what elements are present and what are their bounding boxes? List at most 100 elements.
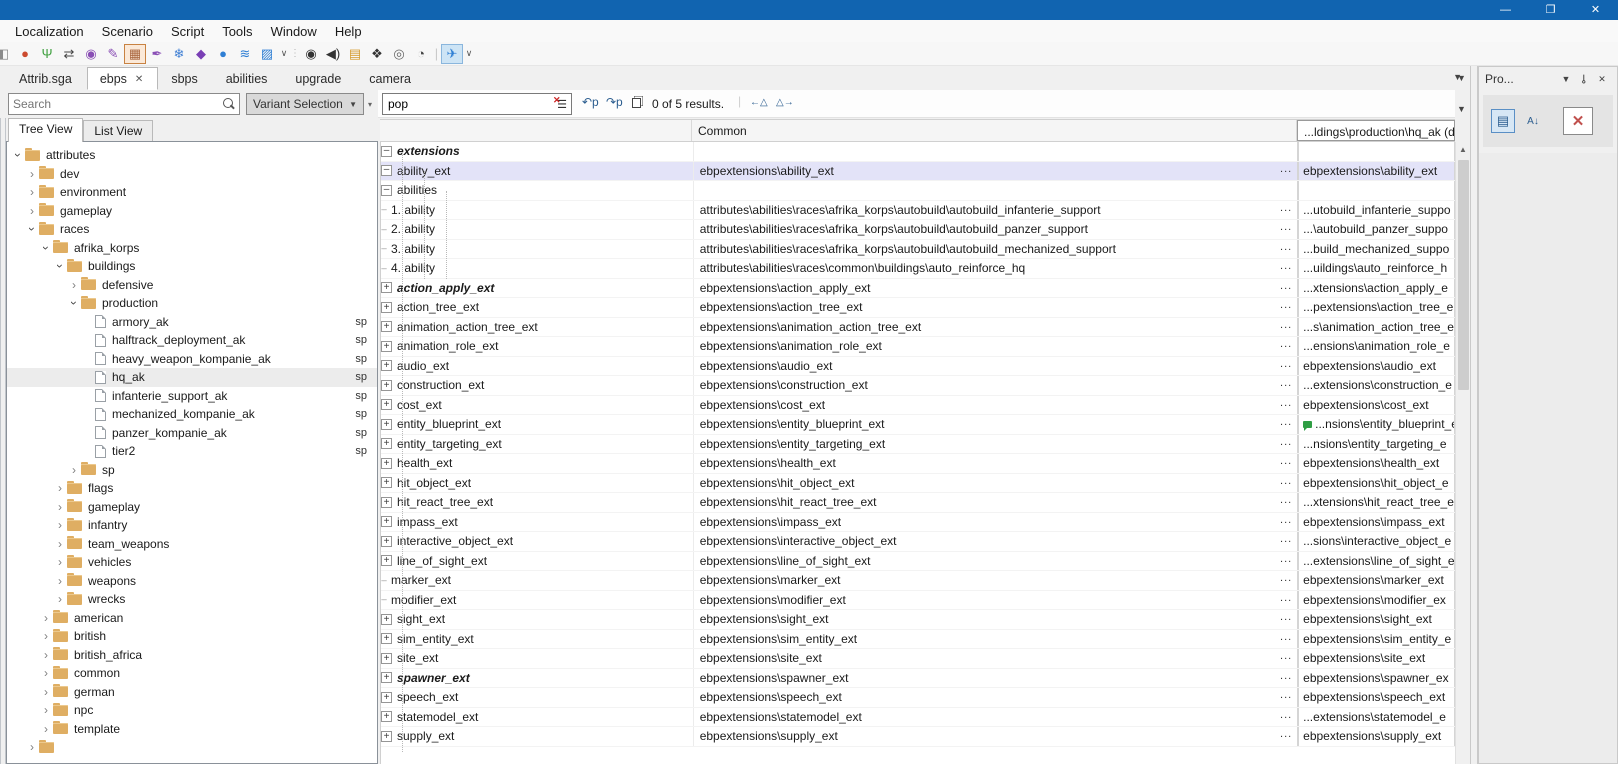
row-expander-icon[interactable]	[381, 614, 392, 625]
tree-expander-icon[interactable]	[25, 204, 39, 218]
ellipsis-button[interactable]: ...	[1278, 592, 1294, 608]
row-expander-icon[interactable]	[381, 594, 386, 605]
tree-expander-icon[interactable]	[39, 648, 53, 662]
row-expander-icon[interactable]	[381, 341, 392, 352]
grid-row[interactable]: abilities ...	[381, 181, 1455, 201]
grid-row[interactable]: marker_ext ebpextensions\marker_ext ... …	[381, 571, 1455, 591]
tree-item[interactable]: defensive	[7, 276, 377, 295]
grid-header-entity-path[interactable]: ...ldings\production\hq_ak (de	[1297, 120, 1455, 141]
tree-expander-icon[interactable]	[11, 148, 25, 162]
panel-menu-icon[interactable]: ▼	[1557, 74, 1575, 84]
grid-row[interactable]: entity_targeting_ext ebpextensions\entit…	[381, 435, 1455, 455]
grid-row[interactable]: sight_ext ebpextensions\sight_ext ... eb…	[381, 610, 1455, 630]
key-tool-icon[interactable]: ✒	[146, 44, 168, 64]
capture-target-icon[interactable]: ◉	[300, 44, 322, 64]
scene-search-icon[interactable]: ◎	[388, 44, 410, 64]
tree-expander-icon[interactable]	[53, 259, 67, 273]
grid-row[interactable]: interactive_object_ext ebpextensions\int…	[381, 532, 1455, 552]
panel-splitter[interactable]	[1470, 66, 1478, 764]
tree-expander-icon[interactable]	[81, 315, 95, 329]
row-expander-icon[interactable]	[381, 497, 392, 508]
menu-item[interactable]: Scenario	[93, 21, 162, 42]
document-tab[interactable]: ebps ✕	[87, 67, 159, 90]
palette-icon[interactable]: ◔	[410, 44, 432, 64]
minimize-button[interactable]: —	[1483, 0, 1528, 20]
row-expander-icon[interactable]	[381, 458, 392, 469]
row-expander-icon[interactable]	[381, 185, 392, 196]
ellipsis-button[interactable]: ...	[1278, 455, 1294, 471]
water-drop-icon[interactable]: ●	[212, 44, 234, 64]
grid-row[interactable]: audio_ext ebpextensions\audio_ext ... eb…	[381, 357, 1455, 377]
ellipsis-button[interactable]: ...	[1278, 163, 1294, 179]
row-expander-icon[interactable]	[381, 146, 392, 157]
tab-close-icon[interactable]: ✕	[135, 74, 143, 85]
tree-item[interactable]: sp	[7, 461, 377, 480]
variant-selection-dropdown[interactable]: Variant Selection ▼	[246, 93, 364, 115]
tree-expander-icon[interactable]	[81, 370, 95, 384]
row-expander-icon[interactable]	[381, 477, 392, 488]
grid-row[interactable]: line_of_sight_ext ebpextensions\line_of_…	[381, 552, 1455, 572]
ellipsis-button[interactable]: ...	[1278, 631, 1294, 647]
tree-expander-icon[interactable]	[39, 685, 53, 699]
tree-expander-icon[interactable]	[39, 703, 53, 717]
toolbar-overflow2-icon[interactable]: ∨	[463, 44, 475, 64]
tree-expander-icon[interactable]	[81, 333, 95, 347]
foliage-icon[interactable]: Ψ	[36, 44, 58, 64]
grid-row[interactable]: cost_ext ebpextensions\cost_ext ... ebpe…	[381, 396, 1455, 416]
scroll-up-icon[interactable]: ▲	[1456, 142, 1470, 157]
toolbar-overflow-icon[interactable]: ∨	[278, 44, 290, 64]
clear-filter-icon[interactable]: ☰✕	[553, 97, 571, 111]
ellipsis-button[interactable]: ...	[1278, 241, 1294, 257]
drag-handle-icon[interactable]: ⋮	[290, 44, 300, 64]
texture-grid-icon[interactable]: ▦	[124, 44, 146, 64]
tree-item[interactable]: dev	[7, 165, 377, 184]
previous-change-icon[interactable]: ←△	[750, 97, 768, 108]
scrollbar-thumb[interactable]	[1458, 160, 1469, 390]
tree-item[interactable]: hq_ak sp	[7, 368, 377, 387]
tree-item[interactable]: attributes	[7, 146, 377, 165]
grid-row[interactable]: hit_react_tree_ext ebpextensions\hit_rea…	[381, 493, 1455, 513]
pin-icon[interactable]: ⊸	[1575, 72, 1593, 86]
row-expander-icon[interactable]	[381, 555, 392, 566]
grid-row[interactable]: hit_object_ext ebpextensions\hit_object_…	[381, 474, 1455, 494]
grid-row[interactable]: spawner_ext ebpextensions\spawner_ext ..…	[381, 669, 1455, 689]
tree-expander-icon[interactable]	[53, 500, 67, 514]
row-expander-icon[interactable]	[381, 321, 392, 332]
grid-row[interactable]: impass_ext ebpextensions\impass_ext ... …	[381, 513, 1455, 533]
tree-expander-icon[interactable]	[81, 389, 95, 403]
ellipsis-button[interactable]: ...	[1278, 475, 1294, 491]
tree-expander-icon[interactable]	[67, 463, 81, 477]
paint-clear-icon[interactable]: ▨	[256, 44, 278, 64]
ellipsis-button[interactable]: ...	[1278, 611, 1294, 627]
next-change-icon[interactable]: △→	[776, 97, 794, 108]
row-expander-icon[interactable]	[381, 302, 392, 313]
document-tab[interactable]: sbps	[158, 67, 212, 90]
grid-options-icon[interactable]: ▼	[1457, 73, 1466, 83]
ellipsis-button[interactable]: ...	[1278, 709, 1294, 725]
grid-row[interactable]: sim_entity_ext ebpextensions\sim_entity_…	[381, 630, 1455, 650]
ellipsis-button[interactable]: ...	[1278, 319, 1294, 335]
sort-az-icon[interactable]: A↓	[1521, 109, 1545, 133]
grid-row[interactable]: entity_blueprint_ext ebpextensions\entit…	[381, 415, 1455, 435]
view-tab[interactable]: List View	[83, 120, 153, 142]
menu-item[interactable]: Help	[326, 21, 371, 42]
tree-item[interactable]: team_weapons	[7, 535, 377, 554]
row-expander-icon[interactable]	[381, 399, 392, 410]
tree-item[interactable]: environment	[7, 183, 377, 202]
grid-row[interactable]: site_ext ebpextensions\site_ext ... ebpe…	[381, 649, 1455, 669]
ellipsis-button[interactable]: ...	[1278, 202, 1294, 218]
image-icon[interactable]: ▤	[344, 44, 366, 64]
find-next-icon[interactable]: ↷p	[606, 95, 623, 109]
tree-item[interactable]	[7, 738, 377, 757]
tree-expander-icon[interactable]	[53, 537, 67, 551]
tree-expander-icon[interactable]	[53, 574, 67, 588]
document-tab[interactable]: upgrade	[282, 67, 356, 90]
tree-expander-icon[interactable]	[67, 296, 81, 310]
menu-item[interactable]: Script	[162, 21, 213, 42]
tree-expander-icon[interactable]	[25, 222, 39, 236]
tree-item[interactable]: production	[7, 294, 377, 313]
ellipsis-button[interactable]: ...	[1278, 280, 1294, 296]
row-expander-icon[interactable]	[381, 243, 386, 254]
tree-item[interactable]: vehicles	[7, 553, 377, 572]
tree-expander-icon[interactable]	[25, 167, 39, 181]
